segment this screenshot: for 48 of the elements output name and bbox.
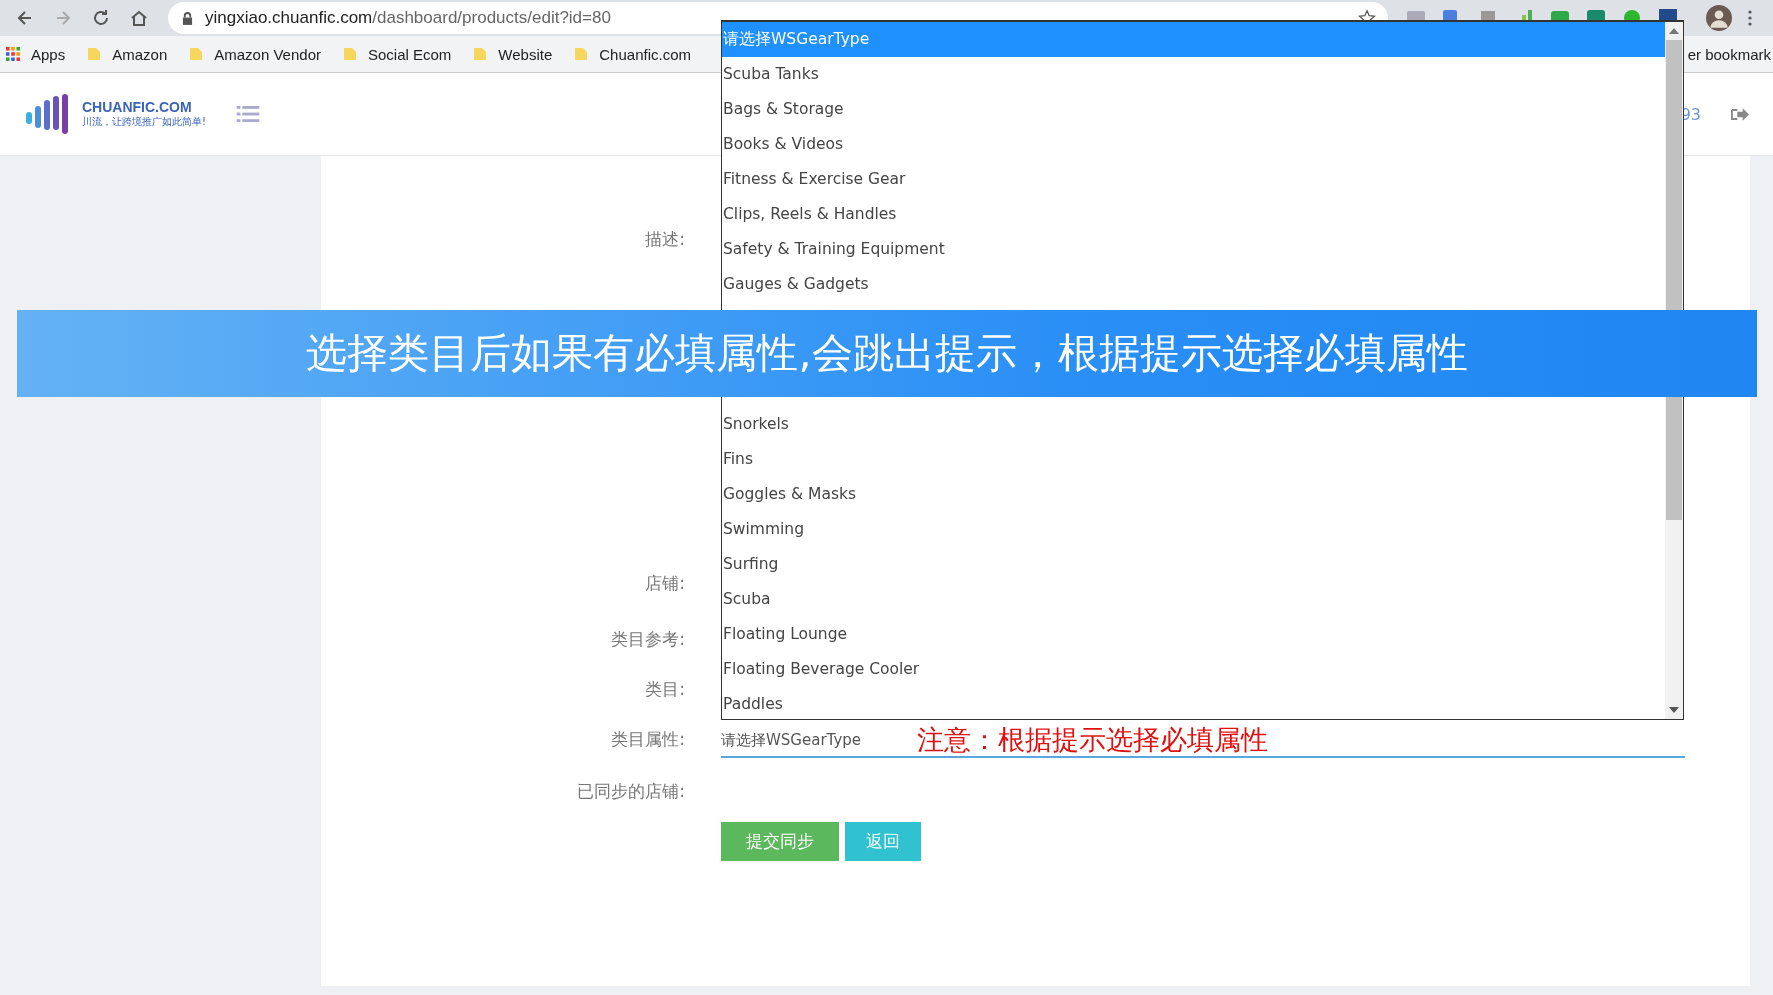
bookmark-item[interactable]: Amazon Vendor [189, 45, 321, 63]
logo-bars-icon [26, 94, 70, 134]
field-label: 已同步的店铺: [577, 780, 685, 803]
bookmark-item[interactable]: Amazon [87, 45, 168, 63]
dropdown-option[interactable]: Books & Videos [722, 127, 1665, 162]
field-label: 类目: [645, 678, 685, 701]
dropdown-option[interactable]: Fins [722, 442, 1665, 477]
dropdown-option[interactable]: Swimming [722, 512, 1665, 547]
folder-icon [87, 47, 102, 61]
bookmark-item[interactable]: Apps [6, 45, 66, 63]
menu-icon[interactable] [1748, 10, 1752, 26]
folder-icon [189, 47, 204, 61]
dropdown-option[interactable]: Floating Lounge [722, 617, 1665, 652]
bookmark-item[interactable]: Social Ecom [343, 45, 452, 63]
dropdown-option[interactable]: Scuba Tanks [722, 57, 1665, 92]
logout-icon[interactable] [1731, 106, 1749, 122]
dropdown-option[interactable]: Floating Beverage Cooler [722, 652, 1665, 687]
field-label: 描述: [645, 228, 685, 251]
folder-icon [574, 47, 589, 61]
dropdown-option[interactable]: Snorkels [722, 407, 1665, 442]
field-label: 店铺: [645, 572, 685, 595]
dropdown-option[interactable]: Safety & Training Equipment [722, 232, 1665, 267]
field-label: 类目属性: [611, 728, 685, 751]
dropdown-option[interactable]: Clips, Reels & Handles [722, 197, 1665, 232]
warning-note: 注意：根据提示选择必填属性 [917, 723, 1268, 757]
lock-icon [182, 11, 193, 25]
dropdown-option[interactable]: Scuba [722, 582, 1665, 617]
avatar-icon[interactable] [1706, 5, 1732, 31]
logo-text: CHUANFIC.COM [82, 99, 193, 115]
apps-grid-icon [6, 47, 20, 61]
field-label: 类目参考: [611, 628, 685, 651]
home-icon[interactable] [129, 8, 149, 28]
reload-icon[interactable] [91, 8, 111, 28]
select-field[interactable]: 请选择WSGearType [721, 730, 917, 750]
bookmark-item[interactable]: Website [473, 45, 553, 63]
folder-icon [473, 47, 488, 61]
dropdown-option[interactable]: Surfing [722, 547, 1665, 582]
logo-slogan: 川流，让跨境推广如此简单! [82, 115, 206, 129]
dropdown-option[interactable]: Paddles [722, 687, 1665, 719]
dropdown-option[interactable]: Fitness & Exercise Gear [722, 162, 1665, 197]
dropdown-option[interactable]: Goggles & Masks [722, 477, 1665, 512]
bookmark-item[interactable]: er bookmark [1687, 45, 1771, 63]
dropdown-option[interactable]: Gauges & Gadgets [722, 267, 1665, 302]
caption-text: 选择类目后如果有必填属性,会跳出提示，根据提示选择必填属性 [306, 328, 1468, 379]
dropdown-option[interactable]: Bags & Storage [722, 92, 1665, 127]
bookmark-item[interactable]: Chuanfic.com [574, 45, 691, 63]
folder-icon [343, 47, 357, 61]
scroll-down-icon[interactable] [1669, 707, 1679, 713]
